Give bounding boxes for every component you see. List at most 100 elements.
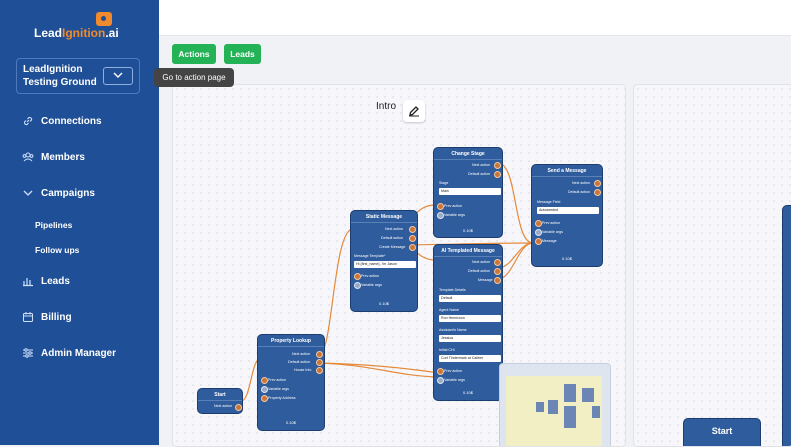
stage-input[interactable]: Main (439, 188, 501, 195)
node-input-label: Variable args (542, 230, 563, 234)
node-title: Property Lookup (258, 335, 324, 347)
node-input-label: Prev action (444, 204, 462, 208)
sidebar-subitem-pipelines[interactable]: Pipelines (35, 220, 72, 230)
input-port[interactable] (261, 395, 268, 402)
node-input-label: Prev action (444, 369, 462, 373)
node-cost: 0.10$ (561, 256, 572, 261)
input-port[interactable] (261, 386, 268, 393)
template-details-input[interactable]: Default (439, 295, 501, 302)
minimap-panel[interactable] (499, 363, 611, 446)
sidebar-item-connections[interactable]: Connections (22, 115, 102, 127)
sidebar-item-billing[interactable]: Billing (22, 311, 72, 323)
logo-text: LeadIgnition.ai (34, 26, 119, 40)
input-port[interactable] (437, 203, 444, 210)
node-title: Send a Message (532, 165, 602, 177)
message-field-input[interactable]: Autoseeded (537, 207, 599, 214)
sidebar-item-label: Admin Manager (41, 347, 117, 359)
sidebar-subitem-follow-ups[interactable]: Follow ups (35, 245, 79, 255)
output-port[interactable] (494, 162, 501, 169)
node-input-label: Prev action (542, 221, 560, 225)
node-title: Change Stage (434, 148, 502, 160)
node-start-secondary[interactable]: Start (683, 418, 761, 446)
node-start[interactable]: Start Next action (197, 388, 243, 414)
output-port[interactable] (494, 171, 501, 178)
sidebar-item-label: Members (41, 151, 85, 163)
node-output-label: Default action (468, 172, 490, 176)
workflow-canvas-secondary[interactable]: Start (633, 84, 791, 447)
node-property-lookup[interactable]: Property Lookup Next action Default acti… (257, 334, 325, 431)
calendar-icon (23, 312, 33, 322)
node-output-label: Default action (468, 269, 490, 273)
node-input-label: Prev action (361, 274, 379, 278)
output-port[interactable] (594, 189, 601, 196)
workspace-selector[interactable]: LeadIgnition Testing Ground (16, 58, 140, 94)
node-title: Static Message (351, 211, 417, 223)
minimap-node (592, 406, 600, 418)
input-port[interactable] (354, 282, 361, 289)
output-port[interactable] (316, 351, 323, 358)
node-output-label: House Info (294, 368, 312, 372)
output-port[interactable] (316, 359, 323, 366)
output-port[interactable] (235, 404, 242, 411)
input-port[interactable] (354, 273, 361, 280)
node-input-label: Property Address (268, 396, 296, 400)
field-label: Message Field (537, 200, 561, 204)
sidebar-item-campaigns[interactable]: Campaigns (22, 187, 95, 199)
node-partial[interactable] (782, 205, 791, 446)
output-port[interactable] (594, 180, 601, 187)
input-port[interactable] (535, 229, 542, 236)
tooltip: Go to action page (154, 68, 234, 87)
node-output-label: Next action (472, 260, 490, 264)
node-static-message[interactable]: Static Message Next action Default actio… (350, 210, 418, 312)
agent-name-input[interactable]: Ron Henricson (439, 315, 501, 322)
input-port[interactable] (437, 368, 444, 375)
field-label: Assistant's Name (439, 328, 467, 332)
node-output-label: Next action (214, 404, 232, 408)
initial-chi-input[interactable]: Curt Tindermark at Caliber (439, 355, 501, 362)
node-output-label: Message (478, 278, 493, 282)
sidebar-item-label: Leads (41, 275, 70, 287)
node-send-message[interactable]: Send a Message Next action Default actio… (531, 164, 603, 267)
message-template-input[interactable]: Hi {first_name}, I'm Jason (354, 261, 416, 268)
chevron-down-icon (23, 190, 33, 196)
input-port[interactable] (535, 238, 542, 245)
output-port[interactable] (409, 235, 416, 242)
output-port[interactable] (409, 226, 416, 233)
sidebar-item-leads[interactable]: Leads (22, 275, 70, 287)
sidebar-item-label: Connections (41, 115, 102, 127)
assistant-name-input[interactable]: Jessica (439, 335, 501, 342)
input-port[interactable] (437, 212, 444, 219)
workspace-dropdown-button[interactable] (103, 67, 133, 85)
sidebar-item-admin-manager[interactable]: Admin Manager (22, 347, 116, 359)
logo-mark-icon (96, 12, 112, 26)
node-input-label: Variable args (268, 387, 289, 391)
input-port[interactable] (535, 220, 542, 227)
node-title: Start (198, 389, 242, 401)
node-cost: 0.10$ (462, 390, 473, 395)
minimap-node (564, 384, 576, 402)
input-port[interactable] (261, 377, 268, 384)
field-label: Message Template* (354, 254, 386, 258)
minimap-node (564, 406, 576, 428)
field-label: Agent Name (439, 308, 459, 312)
field-label: Initial CHI (439, 348, 455, 352)
field-label: Template Details (439, 288, 466, 292)
output-port[interactable] (409, 244, 416, 251)
node-change-stage[interactable]: Change Stage Next action Default action … (433, 147, 503, 238)
field-label: Stage (439, 181, 449, 185)
tab-leads[interactable]: Leads (224, 44, 261, 64)
output-port[interactable] (494, 259, 501, 266)
output-port[interactable] (494, 277, 501, 284)
workflow-canvas[interactable]: Intro Start Next action Property Lookup … (172, 84, 626, 447)
sidebar-item-label: Campaigns (41, 187, 95, 199)
chevron-down-icon (113, 72, 123, 78)
node-ai-templated-message[interactable]: AI Templated Message Next action Default… (433, 244, 503, 401)
sidebar-item-members[interactable]: Members (22, 151, 85, 163)
node-output-label: Default action (568, 190, 590, 194)
output-port[interactable] (316, 367, 323, 374)
output-port[interactable] (494, 268, 501, 275)
node-input-label: Prev action (268, 378, 286, 382)
tab-actions[interactable]: Actions (172, 44, 216, 64)
logo[interactable]: LeadIgnition.ai (34, 12, 134, 42)
input-port[interactable] (437, 377, 444, 384)
